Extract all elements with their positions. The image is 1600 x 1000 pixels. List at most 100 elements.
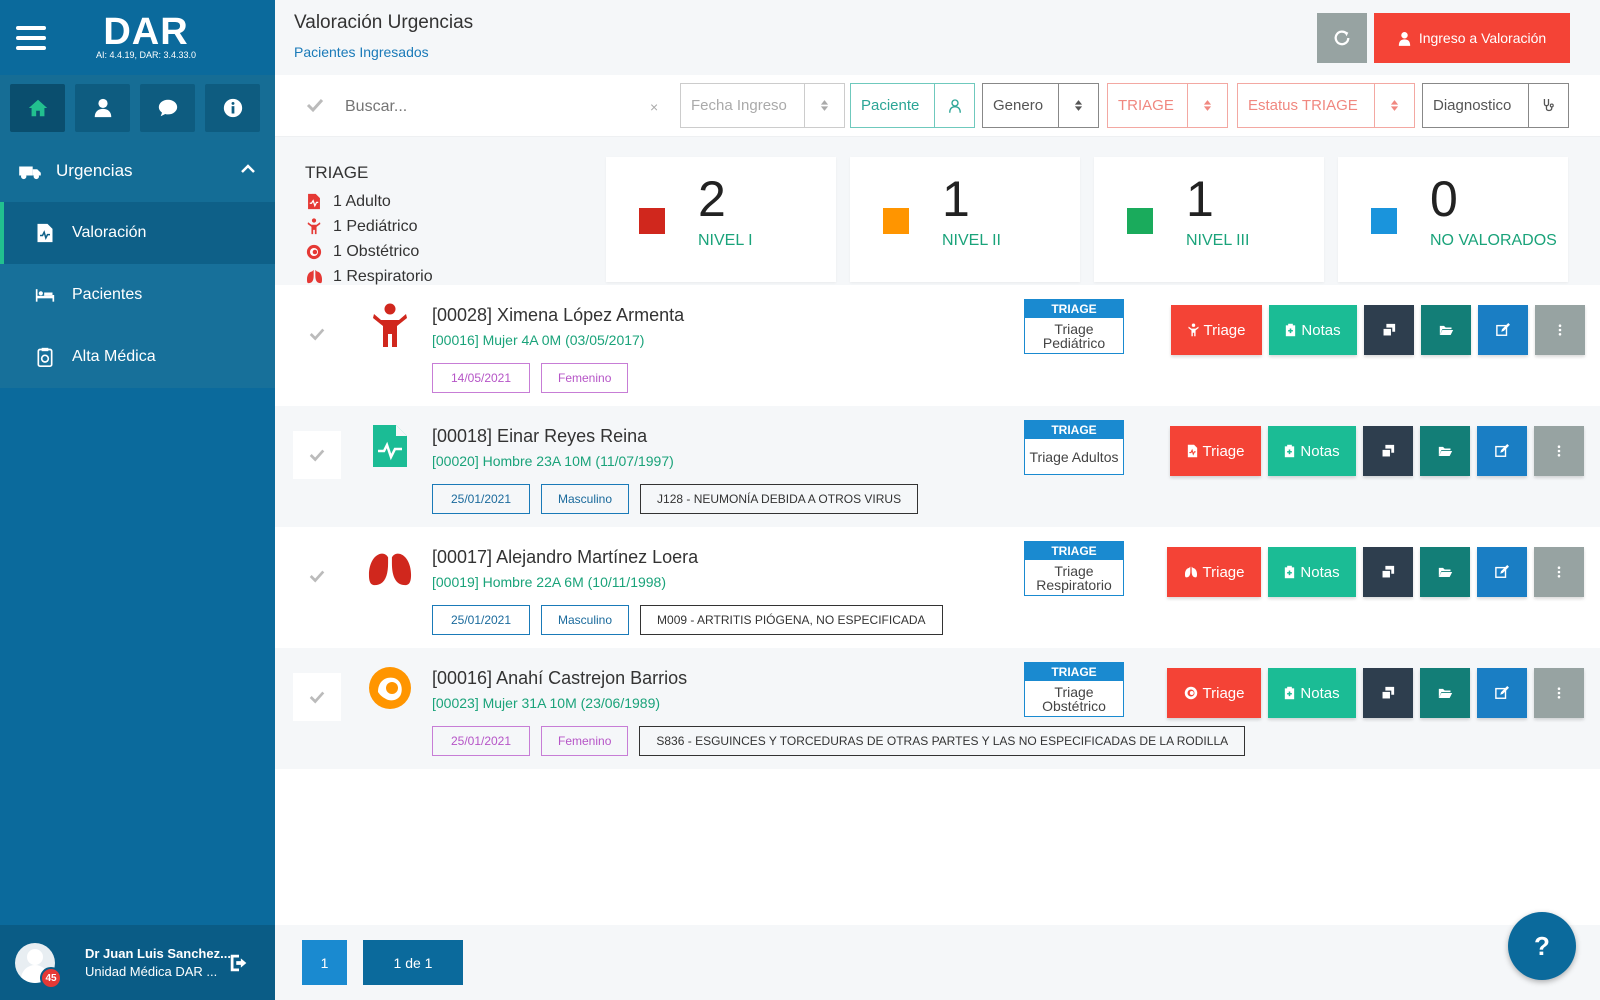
hamburger-menu-icon[interactable] — [16, 25, 46, 50]
triage-filter[interactable]: TRIAGE — [1107, 83, 1228, 128]
level-label: NIVEL III — [1186, 232, 1250, 249]
more-options-button[interactable] — [1535, 305, 1585, 355]
copy-button[interactable] — [1364, 305, 1414, 355]
gender-tag: Femenino — [541, 363, 629, 393]
level-card-no-valorados[interactable]: 0 NO VALORADOS — [1338, 157, 1568, 282]
patient-name[interactable]: [00028] Ximena López Armenta — [432, 305, 684, 326]
row-actions: Triage Notas — [1167, 547, 1584, 597]
fecha-ingreso-filter[interactable]: Fecha Ingreso — [680, 83, 845, 128]
edit-button[interactable] — [1478, 305, 1528, 355]
genero-label: Genero — [993, 97, 1044, 114]
edit-button[interactable] — [1477, 426, 1527, 476]
more-options-button[interactable] — [1534, 426, 1584, 476]
level-swatch — [1127, 208, 1153, 234]
notes-medical-icon — [1285, 686, 1295, 700]
refresh-button[interactable] — [1317, 13, 1367, 63]
row-select-checkbox[interactable] — [293, 310, 341, 358]
triage-button-label: Triage — [1202, 442, 1245, 460]
page-count[interactable]: 1 de 1 — [363, 940, 463, 985]
patient-icon[interactable] — [934, 84, 974, 127]
help-button[interactable]: ? — [1508, 912, 1576, 980]
level-swatch — [883, 208, 909, 234]
sidebar-item-pacientes[interactable]: Pacientes — [0, 264, 275, 326]
sidebar-item-valoracion[interactable]: Valoración — [0, 202, 275, 264]
paciente-filter[interactable]: Paciente — [850, 83, 975, 128]
search-input[interactable] — [345, 93, 625, 121]
estatus-triage-filter[interactable]: Estatus TRIAGE — [1237, 83, 1415, 128]
patient-info: [00020] Hombre 23A 10M (11/07/1997) — [432, 453, 674, 469]
section-label: Urgencias — [56, 161, 133, 180]
row-select-checkbox[interactable] — [293, 431, 341, 479]
page-subtitle[interactable]: Pacientes Ingresados — [294, 44, 429, 60]
row-select-checkbox[interactable] — [293, 552, 341, 600]
patient-tags: 25/01/2021 Masculino M009 - ARTRITIS PIÓ… — [432, 605, 943, 635]
file-medical-icon — [34, 222, 56, 244]
notes-button[interactable]: Notas — [1268, 668, 1356, 718]
notification-badge[interactable]: 45 — [40, 967, 62, 989]
genero-filter[interactable]: Genero — [982, 83, 1099, 128]
folder-button[interactable] — [1420, 668, 1470, 718]
summary-row-adulto: 1 Adulto — [305, 189, 433, 214]
folder-button[interactable] — [1421, 305, 1471, 355]
info-button[interactable] — [205, 83, 260, 132]
level-card-nivel-3[interactable]: 1 NIVEL III — [1094, 157, 1324, 282]
edit-button[interactable] — [1477, 668, 1527, 718]
check-icon[interactable] — [305, 95, 325, 115]
admission-date-tag: 14/05/2021 — [432, 363, 530, 393]
sort-icon[interactable] — [1058, 84, 1098, 127]
diagnostico-filter[interactable]: Diagnostico — [1422, 83, 1569, 128]
copy-button[interactable] — [1363, 426, 1413, 476]
notes-button[interactable]: Notas — [1269, 305, 1357, 355]
edit-button[interactable] — [1477, 547, 1527, 597]
clear-search-icon[interactable]: × — [650, 99, 658, 115]
gender-tag: Masculino — [541, 605, 630, 635]
table-row: [00028] Ximena López Armenta [00016] Muj… — [275, 285, 1600, 406]
copy-button[interactable] — [1363, 547, 1413, 597]
sort-icon[interactable] — [1374, 84, 1414, 127]
level-card-nivel-1[interactable]: 2 NIVEL I — [606, 157, 836, 282]
chevron-up-icon[interactable] — [241, 162, 255, 176]
ingreso-valoracion-button[interactable]: Ingreso a Valoración — [1374, 13, 1570, 63]
doctor-button[interactable] — [75, 83, 130, 132]
triage-button[interactable]: Triage — [1167, 547, 1261, 597]
user-info: Dr Juan Luis Sanchez... Unidad Médica DA… — [85, 945, 231, 981]
diagnostico-label: Diagnostico — [1433, 97, 1512, 114]
triage-button[interactable]: Triage — [1170, 426, 1261, 476]
more-options-button[interactable] — [1534, 547, 1584, 597]
stethoscope-icon[interactable] — [1528, 84, 1568, 127]
copy-button[interactable] — [1363, 668, 1413, 718]
patient-name[interactable]: [00018] Einar Reyes Reina — [432, 426, 647, 447]
file-medical-icon — [1187, 444, 1197, 458]
folder-button[interactable] — [1420, 547, 1470, 597]
home-button[interactable] — [10, 83, 65, 132]
row-select-checkbox[interactable] — [293, 673, 341, 721]
more-options-button[interactable] — [1534, 668, 1584, 718]
sidebar-section-urgencias[interactable]: Urgencias — [0, 140, 275, 202]
level-card-nivel-2[interactable]: 1 NIVEL II — [850, 157, 1080, 282]
notes-button[interactable]: Notas — [1268, 547, 1356, 597]
patient-tags: 25/01/2021 Femenino S836 - ESGUINCES Y T… — [432, 726, 1246, 756]
summary-label: 1 Respiratorio — [333, 267, 433, 285]
admission-date-tag: 25/01/2021 — [432, 484, 530, 514]
logout-icon[interactable] — [228, 952, 250, 974]
table-row: [00018] Einar Reyes Reina [00020] Hombre… — [275, 406, 1600, 527]
summary-label: 1 Obstétrico — [333, 242, 420, 260]
level-count: 0 — [1430, 171, 1458, 227]
level-swatch — [1371, 208, 1397, 234]
folder-button[interactable] — [1420, 426, 1470, 476]
sidebar-item-alta-medica[interactable]: Alta Médica — [0, 326, 275, 388]
sort-icon[interactable] — [1187, 84, 1227, 127]
patient-tags: 25/01/2021 Masculino J128 - NEUMONÍA DEB… — [432, 484, 919, 514]
notes-button[interactable]: Notas — [1268, 426, 1356, 476]
page-button[interactable]: 1 — [302, 940, 347, 985]
triage-button[interactable]: Triage — [1171, 305, 1262, 355]
diagnosis-tag: J128 - NEUMONÍA DEBIDA A OTROS VIRUS — [640, 484, 919, 514]
triage-button[interactable]: Triage — [1167, 668, 1261, 718]
brand-name: DAR — [103, 11, 189, 53]
patient-name[interactable]: [00016] Anahí Castrejon Barrios — [432, 668, 687, 689]
patient-name[interactable]: [00017] Alejandro Martínez Loera — [432, 547, 698, 568]
clipboard-medical-icon — [34, 346, 56, 368]
chat-button[interactable] — [140, 83, 195, 132]
sort-icon[interactable] — [804, 84, 844, 127]
triage-type: Triage Adultos — [1029, 448, 1119, 465]
